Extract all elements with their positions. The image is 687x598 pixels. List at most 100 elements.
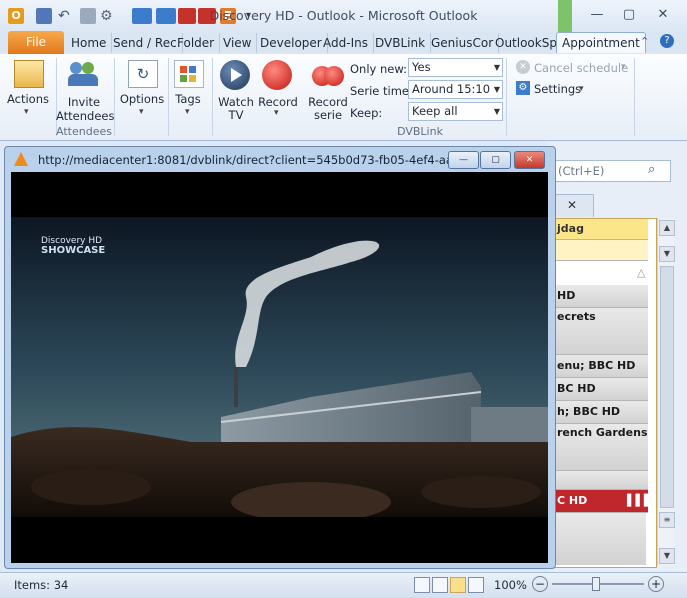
- tab-outlooksp[interactable]: OutlookSp: [490, 33, 563, 53]
- list-scrollbar[interactable]: ▲ ▼ ≡ ▼: [657, 218, 675, 566]
- tab-home[interactable]: Home: [66, 33, 113, 53]
- ribbon: Actions ▾ Invite Attendees Attendees ↻ O…: [0, 54, 687, 141]
- tab-geniuscor[interactable]: GeniusCor: [426, 33, 500, 53]
- items-count: Items: 34: [14, 578, 69, 592]
- serie-time-label: Serie time:: [350, 84, 413, 98]
- settings-button[interactable]: Settings: [534, 82, 581, 96]
- tags-button[interactable]: Tags: [168, 92, 208, 106]
- list-item[interactable]: enu; BBC HD: [555, 355, 648, 378]
- scroll-thumb[interactable]: [660, 266, 674, 508]
- vlc-icon: [14, 152, 28, 166]
- list-item[interactable]: jdag: [555, 219, 648, 240]
- warning-icon: △: [637, 266, 646, 279]
- scroll-down-icon[interactable]: ▼: [659, 548, 675, 564]
- list-item[interactable]: h; BBC HD: [555, 401, 648, 424]
- scroll-up-icon[interactable]: ▲: [659, 220, 675, 236]
- zoom-out-button[interactable]: −: [532, 576, 548, 592]
- list-item[interactable]: [555, 240, 648, 261]
- video-minimize-button[interactable]: —: [448, 151, 479, 169]
- list-item[interactable]: BC HD: [555, 378, 648, 401]
- cancel-dropdown-icon: ▾: [621, 62, 626, 72]
- options-icon[interactable]: ↻: [128, 60, 158, 88]
- channel-logo: Discovery HD SHOWCASE: [41, 236, 105, 256]
- tab-appointment[interactable]: Appointment: [556, 32, 646, 53]
- only-new-value: Yes: [412, 60, 431, 74]
- list-item[interactable]: [555, 471, 648, 490]
- options-button[interactable]: Options: [118, 92, 166, 106]
- video-window-titlebar[interactable]: http://mediacenter1:8081/dvblink/direct?…: [8, 150, 548, 170]
- maximize-button[interactable]: ▢: [614, 4, 644, 26]
- only-new-label: Only new:: [350, 62, 408, 76]
- chevron-down-icon: ▼: [493, 85, 500, 94]
- invite-attendees-icon[interactable]: [68, 60, 100, 88]
- help-chevron-icon[interactable]: ⌃: [640, 35, 649, 48]
- list-tab[interactable]: ✕: [554, 194, 594, 217]
- tab-dvblink[interactable]: DVBLink: [370, 33, 432, 53]
- watch-tv-label-1[interactable]: Watch: [214, 95, 258, 109]
- tab-add-ins[interactable]: Add-Ins: [318, 33, 374, 53]
- video-maximize-button[interactable]: ▢: [480, 151, 511, 169]
- tags-icon[interactable]: [174, 60, 204, 88]
- serie-time-select[interactable]: Around 15:10 ▼: [408, 80, 503, 99]
- cancel-icon: ✕: [516, 60, 530, 74]
- list-item[interactable]: HD: [555, 285, 648, 308]
- actions-dropdown-icon: ▾: [24, 107, 29, 117]
- view-calendar-icon[interactable]: [450, 577, 466, 593]
- settings-gear-icon: ⚙: [516, 81, 530, 95]
- status-bar: Items: 34 100% − +: [0, 572, 687, 598]
- chevron-down-icon: ▼: [493, 107, 500, 116]
- tab-view[interactable]: View: [218, 33, 258, 53]
- watch-tv-label-2[interactable]: TV: [214, 108, 258, 122]
- list-item[interactable]: rench Gardens: [555, 424, 648, 471]
- cancel-schedule-button[interactable]: Cancel schedule: [534, 61, 628, 75]
- recording-bars-icon: ▌▌▌: [627, 494, 653, 507]
- video-frame[interactable]: Discovery HD SHOWCASE: [11, 172, 548, 563]
- tags-dropdown-icon: ▾: [185, 107, 190, 117]
- list-bottom: [555, 513, 646, 565]
- contextual-tab-marker: [558, 0, 572, 32]
- zoom-level: 100%: [494, 578, 527, 592]
- channel-logo-line2: SHOWCASE: [41, 245, 106, 256]
- appointment-list: jdag △ HD ecrets enu; BBC HD BC HD h; BB…: [554, 218, 657, 568]
- record-icon[interactable]: [262, 60, 292, 90]
- minimize-button[interactable]: —: [582, 4, 612, 26]
- list-item[interactable]: ecrets: [555, 308, 648, 355]
- tab-folder[interactable]: Folder: [172, 33, 221, 53]
- separator: [212, 58, 213, 136]
- record-serie-icon[interactable]: [312, 64, 346, 88]
- invite-attendees-label-1[interactable]: Invite: [60, 95, 108, 109]
- close-button[interactable]: ✕: [648, 4, 678, 26]
- separator: [634, 58, 635, 136]
- watch-tv-icon[interactable]: [220, 60, 250, 90]
- tab-file[interactable]: File: [8, 31, 64, 54]
- options-dropdown-icon: ▾: [139, 107, 144, 117]
- keep-label: Keep:: [350, 106, 383, 120]
- scroll-grip-icon[interactable]: ≡: [659, 512, 675, 528]
- actions-button[interactable]: Actions: [6, 92, 50, 106]
- help-icon[interactable]: ?: [660, 34, 674, 48]
- video-scene: [11, 217, 548, 517]
- settings-dropdown-icon: ▾: [579, 84, 584, 94]
- video-close-button[interactable]: ✕: [514, 151, 545, 169]
- zoom-in-button[interactable]: +: [648, 576, 664, 592]
- actions-icon[interactable]: [14, 60, 44, 88]
- zoom-slider-thumb[interactable]: [592, 577, 600, 591]
- close-icon[interactable]: ✕: [567, 198, 577, 212]
- only-new-select[interactable]: Yes ▼: [408, 58, 503, 77]
- scroll-down-2-icon[interactable]: ▼: [659, 246, 675, 262]
- view-normal-icon[interactable]: [414, 577, 430, 593]
- video-url: http://mediacenter1:8081/dvblink/direct?…: [38, 153, 491, 167]
- tab-developer[interactable]: Developer: [255, 33, 328, 53]
- title-bar: O ↶ ⚙ E ▾ Discovery HD - Outlook - Micro…: [0, 0, 687, 32]
- view-list-icon[interactable]: [468, 577, 484, 593]
- keep-value: Keep all: [412, 104, 458, 118]
- record-serie-label-1[interactable]: Record: [306, 95, 350, 109]
- separator: [506, 58, 507, 136]
- keep-select[interactable]: Keep all ▼: [408, 102, 503, 121]
- record-serie-label-2[interactable]: serie: [306, 108, 350, 122]
- view-reading-icon[interactable]: [432, 577, 448, 593]
- invite-attendees-label-2[interactable]: Attendees: [56, 109, 115, 123]
- record-dropdown-icon: ▾: [274, 108, 279, 118]
- search-icon[interactable]: ⌕: [648, 162, 655, 177]
- record-label[interactable]: Record: [256, 95, 300, 109]
